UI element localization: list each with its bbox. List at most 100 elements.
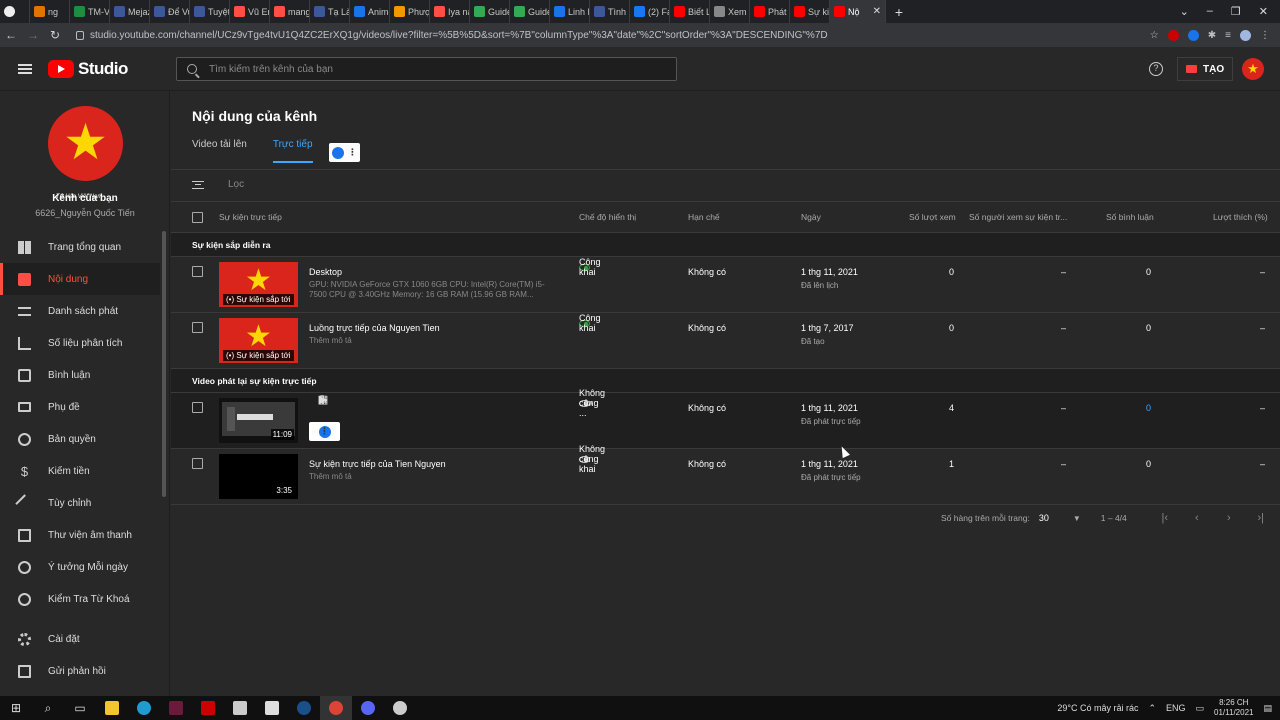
sidebar-item[interactable]: Số liệu phân tích [0, 327, 160, 359]
next-page-icon[interactable]: › [1213, 512, 1245, 524]
video-title[interactable]: Luồng trực tiếp của Nguyen Tien [309, 323, 440, 333]
extension-widget[interactable]: ⋮ [329, 143, 360, 162]
maximize-icon[interactable]: ❐ [1231, 5, 1241, 18]
sidebar-item[interactable]: Danh sách phát [0, 295, 160, 327]
sidebar-scrollbar[interactable] [162, 231, 166, 497]
sidebar-item[interactable]: Gửi phản hồi [0, 655, 160, 687]
comments-cell[interactable]: 0 [1131, 403, 1151, 413]
sidebar-item[interactable]: $ Kiếm tiền [0, 455, 160, 487]
file-explorer-icon[interactable] [96, 696, 128, 720]
col-restriction[interactable]: Hạn chế [688, 212, 720, 222]
close-tab-icon[interactable]: ✕ [873, 6, 881, 17]
extension-icon[interactable] [1187, 29, 1199, 41]
hamburger-menu-icon[interactable] [18, 63, 32, 74]
language-indicator[interactable]: ENG [1166, 703, 1186, 713]
row-checkbox[interactable] [192, 402, 203, 413]
weather-widget[interactable]: 29°C Có mây rải rác [1057, 703, 1138, 713]
filter-input[interactable]: Lọc [228, 179, 244, 190]
reading-list-icon[interactable]: ≡ [1225, 30, 1231, 41]
browser-tab[interactable]: Phát tr [750, 0, 790, 23]
browser-tab[interactable]: Tuyệt S [190, 0, 230, 23]
network-icon[interactable]: ▭ [1196, 703, 1205, 714]
discord-icon[interactable] [352, 696, 384, 720]
channel-avatar[interactable]: ★ Tự Hào Việt Nam [48, 106, 123, 200]
browser-tab[interactable]: Tình L [590, 0, 630, 23]
close-window-icon[interactable]: ✕ [1259, 5, 1268, 18]
row-checkbox[interactable] [192, 458, 203, 469]
studio-logo[interactable]: Studio [48, 59, 128, 79]
row-checkbox[interactable] [192, 322, 203, 333]
more-vert-icon[interactable]: ⋮ [316, 393, 330, 407]
tab-uploads[interactable]: Video tải lên [192, 139, 247, 163]
dropdown-arrow-icon[interactable]: ▼ [587, 399, 595, 408]
sidebar-item[interactable]: Tùy chỉnh [0, 487, 160, 519]
account-avatar[interactable]: ★ [1242, 58, 1264, 80]
sidebar-item[interactable]: Ý tưởng Mỗi ngày [0, 551, 160, 583]
extension-icon[interactable] [1167, 29, 1179, 41]
video-thumbnail[interactable]: ★ (•) Sự kiện sắp tới [219, 318, 298, 363]
chevron-down-icon[interactable]: ▼ [1073, 514, 1081, 523]
browser-tab[interactable]: Xem p [710, 0, 750, 23]
extension-widget[interactable]: ⋮ [309, 422, 340, 441]
browser-tab[interactable]: Để Vuc [150, 0, 190, 23]
col-name[interactable]: Sự kiện trực tiếp [219, 212, 282, 222]
windows-start-icon[interactable]: ⊞ [0, 696, 32, 720]
sidebar-item[interactable]: Bản quyền [0, 423, 160, 455]
sidebar-item[interactable]: Nội dung [0, 263, 160, 295]
last-page-icon[interactable]: ›| [1245, 512, 1277, 524]
browser-tab[interactable]: TM-Vic [70, 0, 110, 23]
new-tab-button[interactable]: + [886, 4, 912, 20]
minimize-icon[interactable]: – [1207, 5, 1213, 18]
col-peak-viewers[interactable]: Số người xem sự kiện tr... [969, 212, 1067, 222]
browser-tab[interactable]: Vũ Em [230, 0, 270, 23]
browser-tab[interactable]: Anime [350, 0, 390, 23]
browser-tab[interactable]: Iya na [430, 0, 470, 23]
browser-tab[interactable]: manga [270, 0, 310, 23]
video-title[interactable]: Sự kiện trực tiếp của Tien Nguyen [309, 459, 446, 469]
search-input[interactable] [209, 63, 649, 75]
app-icon[interactable] [384, 696, 416, 720]
sidebar-item[interactable]: Cài đặt [0, 623, 160, 655]
clock[interactable]: 8:26 CH 01/11/2021 [1214, 698, 1253, 718]
browser-tab[interactable]: ng [30, 0, 70, 23]
sidebar-item[interactable]: Thư viện âm thanh [0, 519, 160, 551]
edge-icon[interactable] [128, 696, 160, 720]
browser-tab[interactable]: (2) Fac [630, 0, 670, 23]
col-comments[interactable]: Số bình luận [1106, 212, 1154, 222]
task-view-icon[interactable]: ▭ [64, 696, 96, 720]
filter-icon[interactable] [192, 180, 204, 189]
video-thumbnail[interactable]: 11:09 [219, 398, 298, 443]
table-row[interactable]: 3:35 Sự kiện trực tiếp của Tien Nguyen Thê… [171, 444, 1280, 505]
address-bar[interactable]: studio.youtube.com/channel/UCz9vTge4tvU1… [76, 30, 828, 41]
browser-tab[interactable]: Mejaz [110, 0, 150, 23]
tab-live[interactable]: Trực tiếp [272, 139, 313, 163]
browser-tab[interactable]: Nộ ✕ [830, 0, 886, 23]
video-thumbnail[interactable]: ★ (•) Sự kiện sắp tới [219, 262, 298, 307]
table-row[interactable]: ★ (•) Sự kiện sắp tới Desktop GPU: NVIDIA G… [171, 257, 1280, 313]
browser-tab[interactable]: Tạ Là T [310, 0, 350, 23]
browser-tab[interactable] [0, 0, 30, 23]
sidebar-item[interactable]: Kiểm Tra Từ Khoá [0, 583, 160, 615]
app-icon[interactable] [192, 696, 224, 720]
sidebar-item[interactable]: Phụ đề [0, 391, 160, 423]
browser-tab[interactable]: Guide [470, 0, 510, 23]
row-checkbox[interactable] [192, 266, 203, 277]
table-row[interactable]: ★ (•) Sự kiện sắp tới Luồng trực tiếp của … [171, 313, 1280, 369]
notification-icon[interactable]: ▤ [1263, 703, 1272, 714]
sidebar-item[interactable]: Bình luận [0, 359, 160, 391]
bookmark-star-icon[interactable]: ☆ [1150, 30, 1159, 41]
col-likes[interactable]: Lượt thích (%) [1213, 212, 1268, 222]
app-icon[interactable] [256, 696, 288, 720]
tab-search-icon[interactable]: ⌄ [1180, 5, 1189, 18]
menu-dots-icon[interactable]: ⋮ [1260, 30, 1270, 41]
browser-tab[interactable]: Guide [510, 0, 550, 23]
app-icon[interactable] [224, 696, 256, 720]
puzzle-icon[interactable]: ✱ [1208, 30, 1216, 41]
col-visibility[interactable]: Chế độ hiển thị [579, 212, 636, 222]
browser-tab[interactable]: Sự kiệ [790, 0, 830, 23]
video-title[interactable]: Desktop [309, 267, 342, 277]
table-row[interactable]: 11:09 ✎ ▥ ▤ ▶ ⋮ ⋮ Không công ... ▼ Không có 1 thg … [171, 388, 1280, 449]
steam-icon[interactable] [288, 696, 320, 720]
first-page-icon[interactable]: |‹ [1149, 512, 1181, 524]
help-icon[interactable]: ? [1149, 62, 1163, 76]
